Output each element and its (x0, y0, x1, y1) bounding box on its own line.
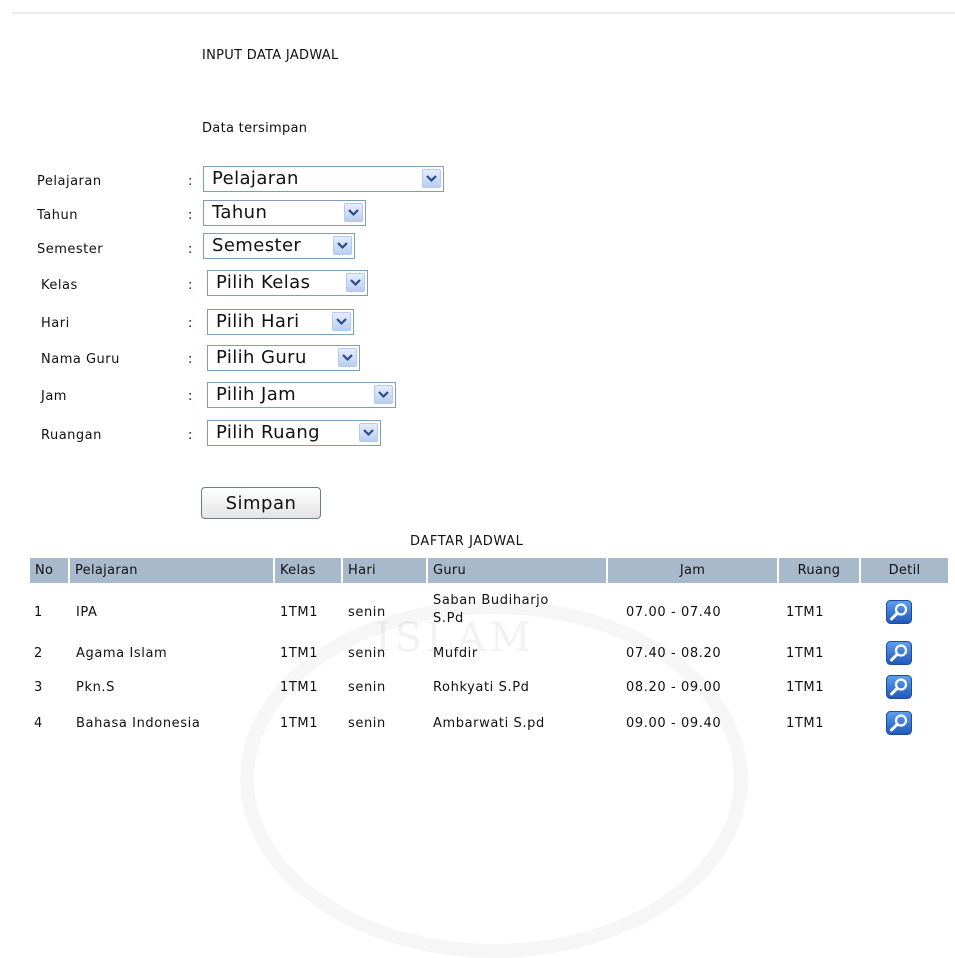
label-hari: Hari (41, 316, 70, 331)
cell-guru: Ambarwati S.pd (433, 716, 545, 731)
cell-pelajaran: Pkn.S (76, 680, 115, 695)
table-row: 1 IPA 1TM1 senin Saban Budiharjo S.Pd 07… (30, 590, 948, 632)
cell-jam: 07.00 - 07.40 (626, 605, 722, 620)
table-row: 4 Bahasa Indonesia 1TM1 senin Ambarwati … (30, 710, 948, 738)
select-value: Pilih Jam (216, 384, 297, 405)
magnifier-icon[interactable] (886, 600, 912, 624)
chevron-down-icon[interactable] (338, 348, 357, 367)
chevron-down-icon[interactable] (333, 236, 352, 255)
top-divider (12, 12, 955, 14)
cell-pelajaran: Agama Islam (76, 646, 168, 661)
select-value: Semester (212, 235, 302, 256)
header-kelas: Kelas (275, 558, 341, 583)
chevron-down-icon[interactable] (359, 423, 378, 442)
table-row: 3 Pkn.S 1TM1 senin Rohkyati S.Pd 08.20 -… (30, 674, 948, 702)
cell-no: 1 (34, 605, 43, 620)
label-semester: Semester (37, 242, 104, 257)
colon: : (188, 316, 193, 331)
colon: : (188, 389, 193, 404)
colon: : (188, 428, 193, 443)
magnifier-icon[interactable] (886, 675, 912, 699)
cell-guru: Rohkyati S.Pd (433, 680, 530, 695)
cell-jam: 09.00 - 09.40 (626, 716, 722, 731)
colon: : (188, 242, 193, 257)
chevron-down-icon[interactable] (346, 273, 365, 292)
header-detil: Detil (861, 558, 948, 583)
select-value: Pilih Kelas (216, 272, 311, 293)
select-value: Tahun (212, 202, 268, 223)
cell-pelajaran: IPA (76, 605, 98, 620)
cell-jam: 08.20 - 09.00 (626, 680, 722, 695)
table-header: No Pelajaran Kelas Hari Guru Jam Ruang D… (30, 558, 948, 583)
colon: : (188, 174, 193, 189)
select-ruangan[interactable]: Pilih Ruang (207, 420, 381, 446)
magnifier-icon[interactable] (886, 711, 912, 735)
cell-guru-line1: Saban Budiharjo (433, 593, 549, 608)
cell-pelajaran: Bahasa Indonesia (76, 716, 201, 731)
label-jam: Jam (41, 389, 67, 404)
chevron-down-icon[interactable] (344, 203, 363, 222)
chevron-down-icon[interactable] (332, 312, 351, 331)
cell-kelas: 1TM1 (280, 605, 319, 620)
label-nama-guru: Nama Guru (41, 352, 120, 367)
status-message: Data tersimpan (202, 121, 308, 136)
cell-kelas: 1TM1 (280, 680, 319, 695)
cell-hari: senin (348, 646, 386, 661)
cell-no: 2 (34, 646, 43, 661)
cell-no: 4 (34, 716, 43, 731)
select-guru[interactable]: Pilih Guru (207, 345, 360, 371)
select-value: Pilih Hari (216, 311, 300, 332)
header-pelajaran: Pelajaran (70, 558, 273, 583)
select-value: Pelajaran (212, 168, 299, 189)
select-value: Pilih Guru (216, 347, 307, 368)
table-title: DAFTAR JADWAL (410, 534, 524, 549)
cell-hari: senin (348, 716, 386, 731)
save-button[interactable]: Simpan (201, 487, 321, 519)
cell-ruang: 1TM1 (786, 646, 825, 661)
select-tahun[interactable]: Tahun (203, 200, 366, 226)
cell-no: 3 (34, 680, 43, 695)
header-no: No (30, 558, 68, 583)
cell-kelas: 1TM1 (280, 646, 319, 661)
header-guru: Guru (428, 558, 606, 583)
colon: : (188, 208, 193, 223)
cell-ruang: 1TM1 (786, 605, 825, 620)
cell-jam: 07.40 - 08.20 (626, 646, 722, 661)
select-semester[interactable]: Semester (203, 233, 355, 259)
chevron-down-icon[interactable] (422, 169, 441, 188)
label-kelas: Kelas (41, 278, 78, 293)
label-pelajaran: Pelajaran (37, 174, 102, 189)
header-jam: Jam (608, 558, 777, 583)
cell-ruang: 1TM1 (786, 680, 825, 695)
colon: : (188, 352, 193, 367)
select-value: Pilih Ruang (216, 422, 320, 443)
chevron-down-icon[interactable] (374, 385, 393, 404)
cell-hari: senin (348, 680, 386, 695)
header-ruang: Ruang (779, 558, 859, 583)
magnifier-icon[interactable] (886, 641, 912, 665)
colon: : (188, 278, 193, 293)
select-pelajaran[interactable]: Pelajaran (203, 166, 444, 192)
table-row: 2 Agama Islam 1TM1 senin Mufdir 07.40 - … (30, 640, 948, 668)
select-kelas[interactable]: Pilih Kelas (207, 270, 368, 296)
select-hari[interactable]: Pilih Hari (207, 309, 354, 335)
cell-ruang: 1TM1 (786, 716, 825, 731)
label-ruangan: Ruangan (41, 428, 102, 443)
select-jam[interactable]: Pilih Jam (207, 382, 396, 408)
cell-guru: Mufdir (433, 646, 478, 661)
cell-kelas: 1TM1 (280, 716, 319, 731)
page-title: INPUT DATA JADWAL (202, 48, 339, 63)
label-tahun: Tahun (37, 208, 78, 223)
cell-hari: senin (348, 605, 386, 620)
cell-guru-line2: S.Pd (433, 611, 464, 626)
header-hari: Hari (343, 558, 426, 583)
